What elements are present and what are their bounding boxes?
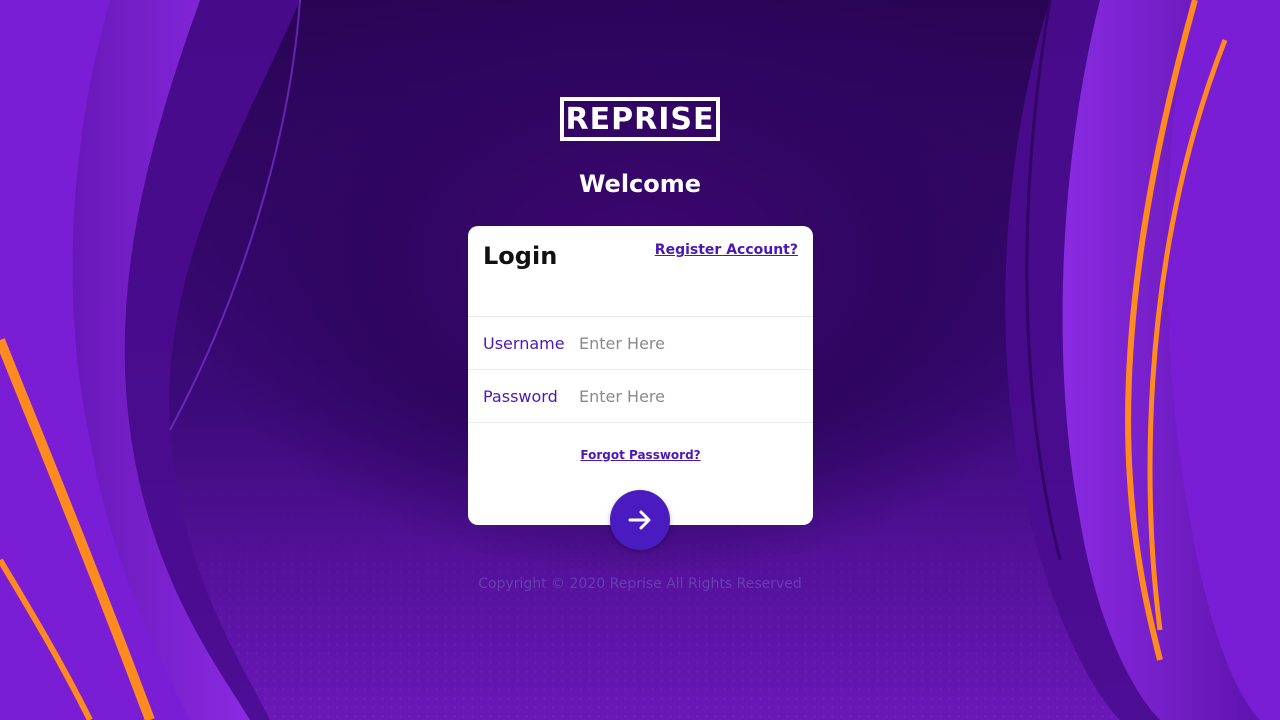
forgot-password-link[interactable]: Forgot Password?	[580, 448, 700, 462]
register-account-link[interactable]: Register Account?	[655, 242, 798, 258]
password-row: Password	[468, 369, 813, 422]
login-card: Login Register Account? Username Passwor…	[468, 226, 813, 525]
forgot-password-container: Forgot Password?	[468, 444, 813, 463]
password-input[interactable]	[579, 386, 789, 406]
arrow-right-icon	[628, 510, 651, 530]
copyright-text: Copyright © 2020 Reprise All Rights Rese…	[478, 576, 802, 592]
form-divider	[468, 422, 813, 423]
username-input[interactable]	[579, 333, 789, 353]
reprise-logo: REPRISE	[560, 97, 720, 141]
username-row: Username	[468, 316, 813, 369]
welcome-heading: Welcome	[578, 170, 702, 198]
login-title: Login	[483, 242, 558, 270]
login-submit-button[interactable]	[610, 490, 670, 550]
username-label: Username	[483, 333, 565, 353]
password-label: Password	[483, 386, 558, 406]
